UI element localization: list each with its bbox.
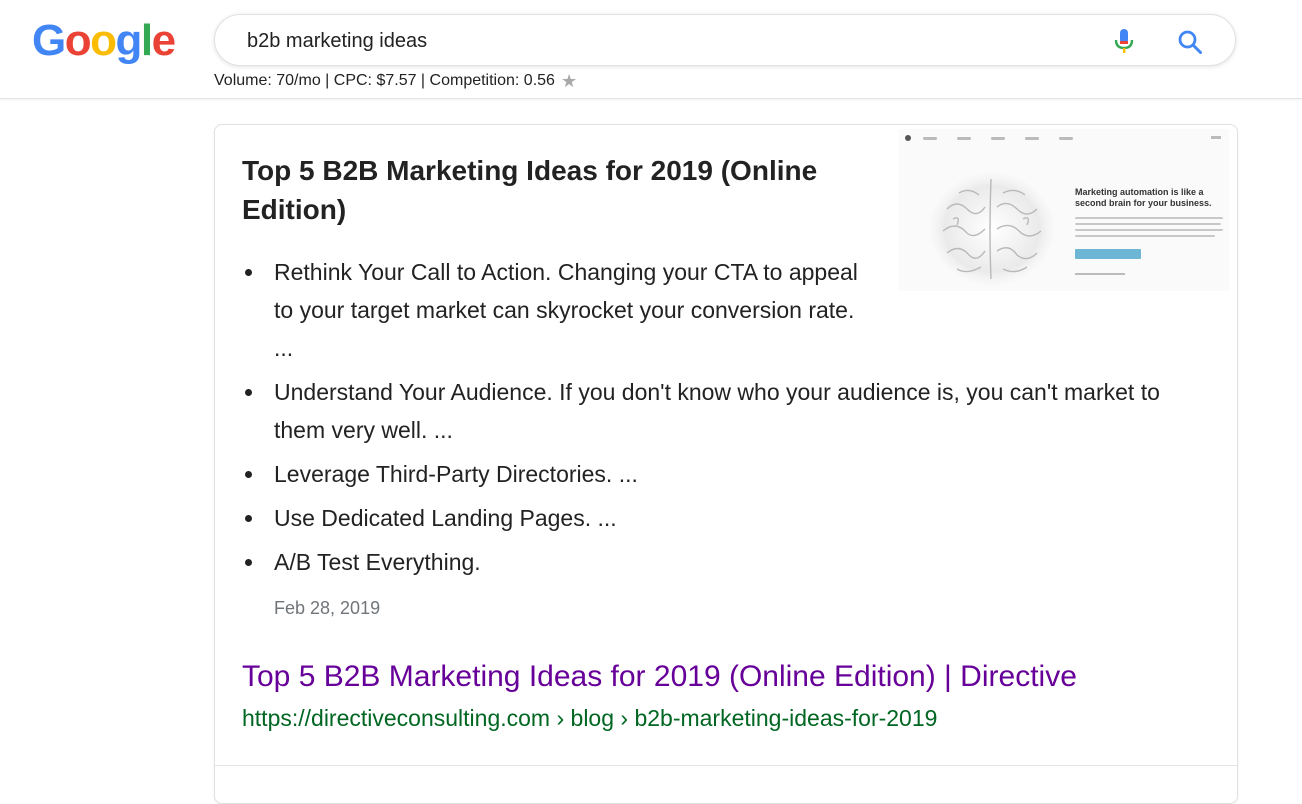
list-item-text: A/B Test Everything.: [274, 549, 481, 575]
magnifier-icon[interactable]: [1177, 29, 1203, 55]
list-item-text: Use Dedicated Landing Pages. ...: [274, 505, 617, 531]
logo-letter: o: [64, 16, 92, 65]
snippet-title: Top 5 B2B Marketing Ideas for 2019 (Onli…: [242, 155, 818, 225]
search-input[interactable]: [247, 27, 1087, 55]
star-icon[interactable]: ★: [561, 72, 577, 90]
result-title-link[interactable]: Top 5 B2B Marketing Ideas for 2019 (Onli…: [242, 657, 1077, 697]
logo-letter: l: [140, 16, 153, 65]
list-item-text: Rethink Your Call to Action. Changing yo…: [274, 259, 858, 361]
list-item: A/B Test Everything.: [242, 543, 1202, 581]
keyword-stats: Volume: 70/mo | CPC: $7.57 | Competition…: [214, 72, 577, 90]
logo-letter: o: [90, 16, 117, 65]
microphone-icon[interactable]: [1113, 28, 1135, 54]
google-logo[interactable]: Google: [32, 15, 176, 67]
featured-snippet-card: Top 5 B2B Marketing Ideas for 2019 (Onli…: [214, 124, 1238, 804]
search-box: [214, 14, 1236, 66]
list-item: Rethink Your Call to Action. Changing yo…: [242, 253, 874, 367]
search-header: Google Volume: 70/mo | CPC: $7.57 | Comp…: [0, 0, 1302, 99]
snippet-date: Feb 28, 2019: [274, 598, 381, 618]
logo-letter: e: [151, 16, 176, 65]
logo-letter: g: [115, 16, 143, 65]
thumbnail-navbar: [899, 129, 1229, 147]
thumbnail-headline: Marketing automation is like a second br…: [1075, 187, 1212, 208]
divider: [215, 765, 1237, 766]
list-item: Understand Your Audience. If you don't k…: [242, 373, 1202, 449]
list-item: Leverage Third-Party Directories. ...: [242, 455, 1202, 493]
result-url: https://directiveconsulting.com › blog ›…: [242, 705, 938, 731]
snippet-list: Rethink Your Call to Action. Changing yo…: [242, 253, 1202, 587]
list-item-text: Understand Your Audience. If you don't k…: [274, 379, 1160, 443]
keyword-stats-text: Volume: 70/mo | CPC: $7.57 | Competition…: [214, 72, 555, 89]
list-item-text: Leverage Third-Party Directories. ...: [274, 461, 638, 487]
list-item: Use Dedicated Landing Pages. ...: [242, 499, 1202, 537]
logo-letter: G: [32, 16, 66, 65]
